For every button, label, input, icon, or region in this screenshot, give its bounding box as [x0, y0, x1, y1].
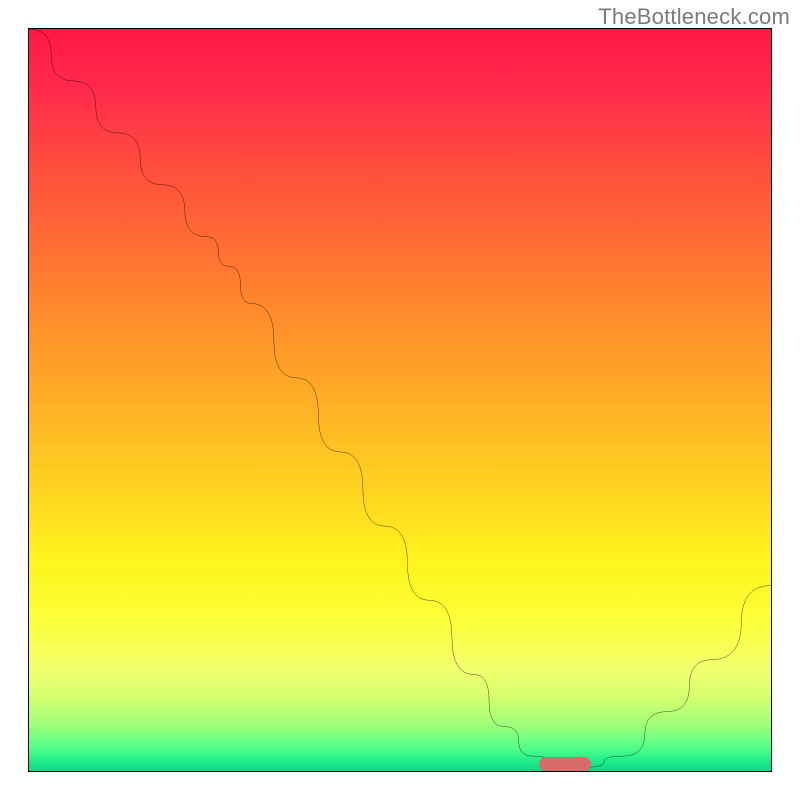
curve-path [29, 29, 771, 767]
bottleneck-curve [29, 29, 771, 771]
watermark-text: TheBottleneck.com [598, 4, 790, 30]
plot-area [28, 28, 772, 772]
optimal-zone-marker [539, 757, 591, 771]
bottleneck-chart: TheBottleneck.com [0, 0, 800, 800]
